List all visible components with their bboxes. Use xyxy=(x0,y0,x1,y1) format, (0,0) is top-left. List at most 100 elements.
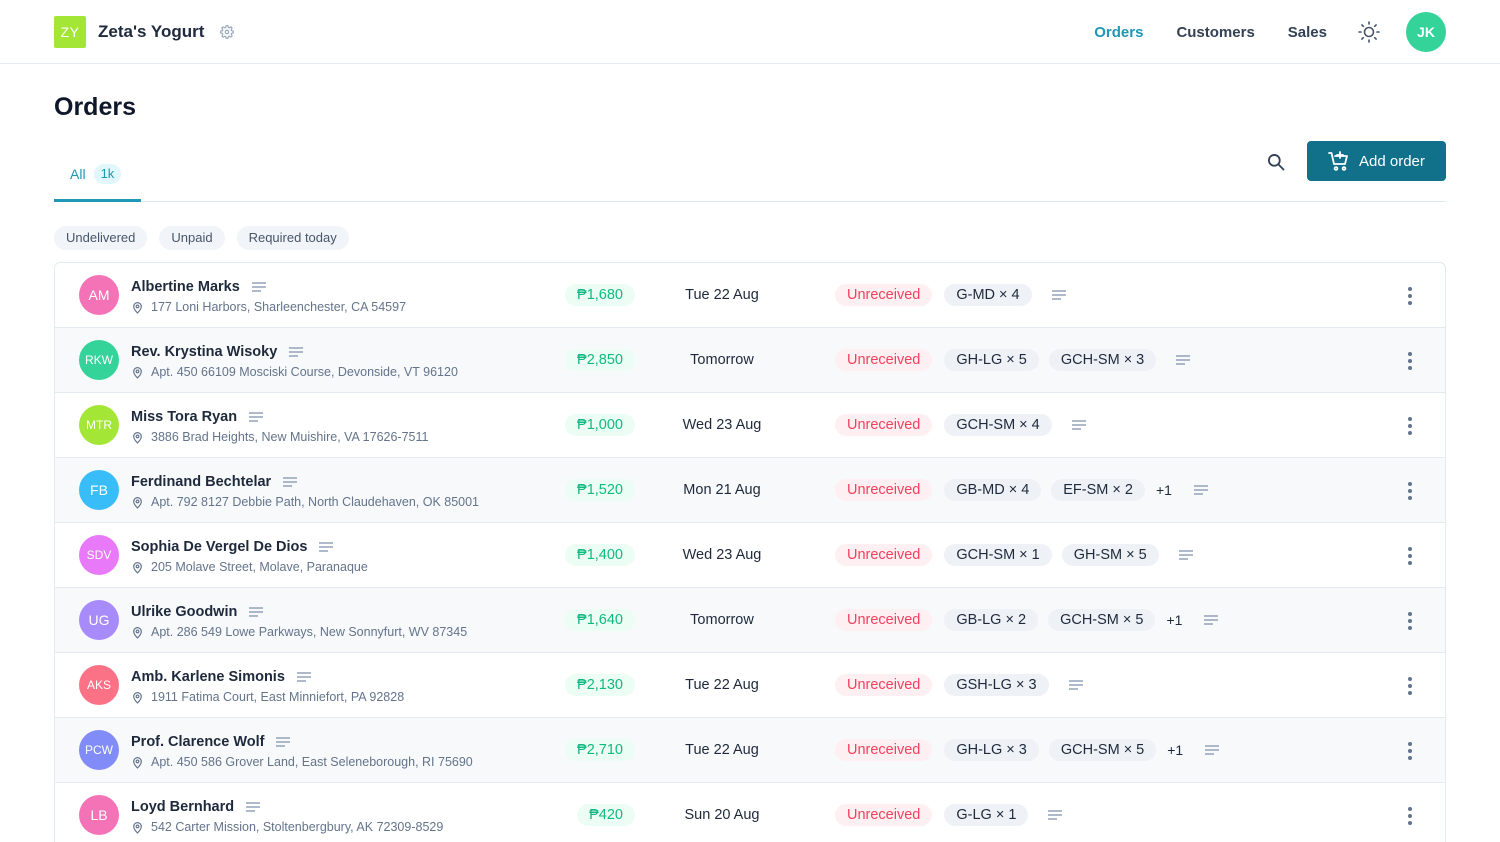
delivery-date: Tomorrow xyxy=(690,352,754,368)
item-pill: GCH-SM × 1 xyxy=(944,544,1052,566)
customer-name[interactable]: Amb. Karlene Simonis xyxy=(131,669,285,685)
customer-avatar: RKW xyxy=(79,340,119,380)
status-badge: Unreceived xyxy=(835,609,933,631)
more-items-count[interactable]: +1 xyxy=(1167,742,1183,758)
status-badge: Unreceived xyxy=(835,544,933,566)
order-row[interactable]: UG Ulrike Goodwin Apt. 286 549 Lowe Park… xyxy=(55,588,1445,653)
order-notes-icon[interactable] xyxy=(1176,355,1191,365)
more-options-icon[interactable] xyxy=(1405,287,1415,305)
order-amount: ₱420 xyxy=(577,804,635,826)
nav-orders[interactable]: Orders xyxy=(1094,24,1143,41)
order-notes-icon[interactable] xyxy=(1205,745,1220,755)
more-options-icon[interactable] xyxy=(1405,742,1415,760)
customer-name[interactable]: Prof. Clarence Wolf xyxy=(131,734,264,750)
app-logo[interactable]: ZY xyxy=(54,15,86,48)
more-options-icon[interactable] xyxy=(1405,612,1415,630)
gear-icon[interactable] xyxy=(220,24,236,40)
order-amount: ₱1,640 xyxy=(565,609,635,631)
customer-address: Apt. 450 66109 Mosciski Course, Devonsid… xyxy=(151,365,458,379)
customer-address: 3886 Brad Heights, New Muishire, VA 1762… xyxy=(151,430,429,444)
order-notes-icon[interactable] xyxy=(1051,290,1066,300)
status-badge: Unreceived xyxy=(835,349,933,371)
order-notes-icon[interactable] xyxy=(1178,550,1193,560)
app-name[interactable]: Zeta's Yogurt xyxy=(98,22,204,42)
order-items: Unreceived G-MD × 4 xyxy=(835,263,1066,327)
notes-icon[interactable] xyxy=(319,542,334,552)
add-order-label: Add order xyxy=(1359,152,1425,170)
order-row[interactable]: FB Ferdinand Bechtelar Apt. 792 8127 Deb… xyxy=(55,458,1445,523)
filter-required-today[interactable]: Required today xyxy=(236,226,349,250)
more-options-icon[interactable] xyxy=(1405,807,1415,825)
more-options-icon[interactable] xyxy=(1405,547,1415,565)
customer-address: 205 Molave Street, Molave, Paranaque xyxy=(151,560,368,574)
customer-name[interactable]: Loyd Bernhard xyxy=(131,799,234,815)
filter-unpaid[interactable]: Unpaid xyxy=(159,226,225,250)
order-row[interactable]: AKS Amb. Karlene Simonis 1911 Fatima Cou… xyxy=(55,653,1445,718)
order-amount: ₱2,850 xyxy=(565,349,635,371)
order-row[interactable]: PCW Prof. Clarence Wolf Apt. 450 586 Gro… xyxy=(55,718,1445,783)
order-notes-icon[interactable] xyxy=(1204,615,1219,625)
order-row[interactable]: AM Albertine Marks 177 Loni Harbors, Sha… xyxy=(55,263,1445,328)
order-row[interactable]: LB Loyd Bernhard 542 Carter Mission, Sto… xyxy=(55,783,1445,842)
filter-undelivered[interactable]: Undelivered xyxy=(54,226,148,250)
order-row[interactable]: MTR Miss Tora Ryan 3886 Brad Heights, Ne… xyxy=(55,393,1445,458)
order-notes-icon[interactable] xyxy=(1048,810,1063,820)
add-order-button[interactable]: Add order xyxy=(1307,141,1446,181)
order-row[interactable]: RKW Rev. Krystina Wisoky Apt. 450 66109 … xyxy=(55,328,1445,393)
main-nav: Orders Customers Sales JK xyxy=(1094,0,1446,64)
delivery-date: Sun 20 Aug xyxy=(684,807,760,823)
notes-icon[interactable] xyxy=(249,607,264,617)
customer-name[interactable]: Rev. Krystina Wisoky xyxy=(131,344,277,360)
customer-avatar: FB xyxy=(79,470,119,510)
location-pin-icon xyxy=(133,561,142,574)
nav-sales[interactable]: Sales xyxy=(1288,24,1327,41)
customer-name[interactable]: Miss Tora Ryan xyxy=(131,409,237,425)
location-pin-icon xyxy=(133,301,142,314)
more-options-icon[interactable] xyxy=(1405,482,1415,500)
nav-customers[interactable]: Customers xyxy=(1176,24,1254,41)
search-icon[interactable] xyxy=(1264,150,1288,174)
sun-icon[interactable] xyxy=(1356,19,1382,45)
status-badge: Unreceived xyxy=(835,739,933,761)
item-pill: GCH-SM × 5 xyxy=(1048,609,1156,631)
more-items-count[interactable]: +1 xyxy=(1166,612,1182,628)
more-options-icon[interactable] xyxy=(1405,677,1415,695)
item-pill: GH-LG × 3 xyxy=(944,739,1039,761)
order-notes-icon[interactable] xyxy=(1071,420,1086,430)
customer-name[interactable]: Ferdinand Bechtelar xyxy=(131,474,271,490)
customer-name[interactable]: Ulrike Goodwin xyxy=(131,604,237,620)
customer-avatar: MTR xyxy=(79,405,119,445)
customer-avatar: AKS xyxy=(79,665,119,705)
notes-icon[interactable] xyxy=(251,282,266,292)
notes-icon[interactable] xyxy=(249,412,264,422)
more-options-icon[interactable] xyxy=(1405,417,1415,435)
user-avatar[interactable]: JK xyxy=(1406,12,1446,52)
order-amount: ₱2,710 xyxy=(565,739,635,761)
location-pin-icon xyxy=(133,366,142,379)
order-items: Unreceived GSH-LG × 3 xyxy=(835,653,1083,717)
customer-name[interactable]: Albertine Marks xyxy=(131,279,240,295)
order-amount: ₱1,400 xyxy=(565,544,635,566)
more-options-icon[interactable] xyxy=(1405,352,1415,370)
order-row[interactable]: SDV Sophia De Vergel De Dios 205 Molave … xyxy=(55,523,1445,588)
tab-all[interactable]: All 1k xyxy=(54,160,141,202)
location-pin-icon xyxy=(133,691,142,704)
order-notes-icon[interactable] xyxy=(1193,485,1208,495)
customer-info: Ferdinand Bechtelar Apt. 792 8127 Debbie… xyxy=(131,472,479,511)
order-amount: ₱1,000 xyxy=(565,414,635,436)
notes-icon[interactable] xyxy=(289,347,304,357)
order-items: Unreceived G-LG × 1 xyxy=(835,783,1063,842)
item-pill: GB-LG × 2 xyxy=(944,609,1039,631)
customer-name[interactable]: Sophia De Vergel De Dios xyxy=(131,539,307,555)
notes-icon[interactable] xyxy=(283,477,298,487)
notes-icon[interactable] xyxy=(296,672,311,682)
customer-avatar: LB xyxy=(79,795,119,835)
notes-icon[interactable] xyxy=(276,737,291,747)
location-pin-icon xyxy=(133,756,142,769)
item-pill: GCH-SM × 5 xyxy=(1048,739,1157,761)
order-notes-icon[interactable] xyxy=(1068,680,1083,690)
cart-plus-icon xyxy=(1328,151,1348,171)
status-badge: Unreceived xyxy=(835,284,933,306)
notes-icon[interactable] xyxy=(246,802,261,812)
more-items-count[interactable]: +1 xyxy=(1156,482,1172,498)
